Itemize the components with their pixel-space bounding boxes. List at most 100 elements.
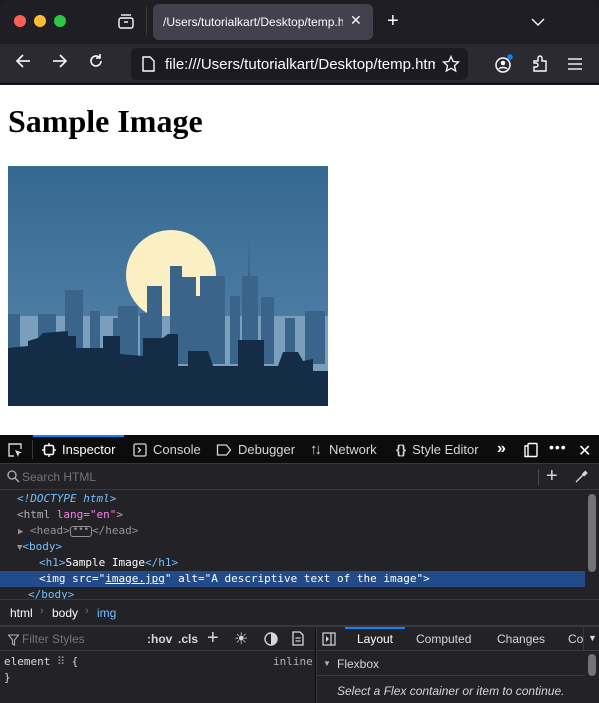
tab-style-editor[interactable]: {} Style Editor bbox=[396, 435, 479, 464]
lower-panels: :hov .cls + ☀ element ⠿ { inline } bbox=[0, 625, 599, 703]
tab-debugger-label: Debugger bbox=[238, 442, 296, 457]
tab-groups-icon[interactable] bbox=[117, 13, 135, 34]
markup-line-head[interactable]: ▶ <head> ••• </head> bbox=[0, 523, 585, 539]
search-icon bbox=[7, 470, 20, 488]
class-toggle[interactable]: .cls bbox=[178, 632, 198, 646]
new-tab-icon[interactable]: + bbox=[387, 10, 399, 33]
tab-overflow-divider bbox=[583, 627, 584, 651]
window-zoom-button[interactable] bbox=[54, 15, 66, 27]
page-icon bbox=[141, 56, 155, 77]
markup-view: <!DOCTYPE html> <html lang="en"> ▶ <head… bbox=[0, 491, 585, 601]
tab-strip: /Users/tutorialkart/Desktop/temp.html ✕ … bbox=[0, 0, 599, 44]
back-icon[interactable] bbox=[14, 52, 32, 75]
filter-styles-input[interactable] bbox=[22, 630, 132, 648]
rules-toolbar: :hov .cls + ☀ bbox=[0, 627, 315, 651]
markup-line-img-selected[interactable]: <img src="image.jpg" alt="A descriptive … bbox=[0, 571, 585, 587]
more-tools-chevron-icon[interactable]: » bbox=[497, 440, 506, 458]
sidebar-panel: Layout Computed Changes Co ▼ ▼ Flexbox S… bbox=[316, 627, 599, 703]
tab-network-label: Network bbox=[329, 442, 377, 457]
print-media-icon[interactable] bbox=[292, 631, 304, 651]
window-minimize-button[interactable] bbox=[34, 15, 46, 27]
account-icon[interactable] bbox=[494, 54, 514, 79]
menu-icon[interactable] bbox=[567, 57, 583, 76]
breadcrumb-separator-icon: › bbox=[85, 605, 89, 617]
tab-console[interactable]: Console bbox=[133, 435, 201, 464]
tab-title: /Users/tutorialkart/Desktop/temp.html bbox=[163, 15, 343, 29]
skyline-illustration bbox=[8, 166, 328, 406]
selected-tab-indicator bbox=[345, 627, 405, 629]
tab-network[interactable]: ↑↓ Network bbox=[310, 435, 377, 464]
element-picker-icon[interactable] bbox=[7, 442, 23, 463]
markup-scrollbar[interactable] bbox=[585, 491, 599, 599]
add-rule-icon[interactable]: + bbox=[207, 627, 219, 650]
page-heading: Sample Image bbox=[8, 103, 203, 139]
img-src-link[interactable]: image.jpg bbox=[105, 572, 165, 585]
markup-line-body[interactable]: ▼<body> bbox=[0, 539, 585, 555]
h1-text: Sample Image bbox=[65, 556, 145, 569]
network-icon: ↑↓ bbox=[310, 441, 322, 458]
doctype: <!DOCTYPE html> bbox=[17, 492, 117, 505]
h1-close-tag: </h1> bbox=[144, 556, 179, 569]
dark-scheme-icon[interactable] bbox=[264, 632, 278, 651]
search-html-input[interactable] bbox=[22, 468, 522, 486]
collapse-arrow-icon[interactable]: ▼ bbox=[323, 659, 331, 668]
breadcrumb-body[interactable]: body bbox=[52, 606, 78, 620]
url-input[interactable]: file:///Users/tutorialkart/Desktop/temp.… bbox=[165, 56, 435, 73]
collapsed-content-icon[interactable]: ••• bbox=[69, 525, 93, 537]
head-close-tag: </head> bbox=[92, 524, 139, 537]
rule-source: inline bbox=[273, 655, 313, 668]
breadcrumb-separator-icon: › bbox=[40, 605, 44, 617]
lang-attribute: lang bbox=[56, 508, 84, 521]
tab-divider bbox=[146, 6, 147, 36]
close-icon[interactable]: ✕ bbox=[350, 12, 362, 29]
hover-state-toggle[interactable]: :hov bbox=[147, 632, 172, 646]
markup-line-h1[interactable]: <h1>Sample Image</h1> bbox=[0, 555, 585, 571]
navigation-toolbar: file:///Users/tutorialkart/Desktop/temp.… bbox=[0, 44, 599, 84]
tab-style-editor-label: Style Editor bbox=[412, 442, 479, 457]
url-bar[interactable]: file:///Users/tutorialkart/Desktop/temp.… bbox=[131, 48, 468, 80]
toggle-sidebar-icon[interactable] bbox=[322, 632, 336, 651]
reload-icon[interactable] bbox=[87, 52, 105, 75]
breadcrumb-img[interactable]: img bbox=[97, 606, 116, 620]
tab-changes[interactable]: Changes bbox=[497, 632, 545, 646]
tab-debugger[interactable]: Debugger bbox=[216, 435, 295, 464]
list-all-tabs-icon[interactable] bbox=[531, 14, 545, 32]
more-options-icon[interactable]: ••• bbox=[549, 439, 567, 455]
breadcrumbs: html › body › img bbox=[0, 599, 599, 625]
head-tag: <head> bbox=[30, 524, 70, 537]
add-node-icon[interactable]: + bbox=[546, 465, 558, 488]
extensions-icon[interactable] bbox=[531, 54, 549, 79]
scrollbar-thumb[interactable] bbox=[588, 494, 596, 572]
light-scheme-icon[interactable]: ☀ bbox=[234, 629, 248, 649]
flexbox-section-header[interactable]: ▼ Flexbox bbox=[317, 652, 585, 676]
search-divider bbox=[538, 469, 539, 485]
tab-console-label: Console bbox=[153, 442, 201, 457]
rule-open-brace: { bbox=[71, 655, 79, 668]
breadcrumb-html[interactable]: html bbox=[10, 606, 33, 620]
bookmark-star-icon[interactable] bbox=[441, 54, 461, 78]
scrollbar-thumb[interactable] bbox=[588, 654, 596, 676]
eyedropper-icon[interactable] bbox=[574, 470, 588, 489]
close-devtools-icon[interactable]: ✕ bbox=[578, 441, 591, 461]
filter-icon bbox=[7, 633, 20, 651]
rules-panel: :hov .cls + ☀ element ⠿ { inline } bbox=[0, 627, 315, 703]
body-tag: <body> bbox=[22, 540, 63, 553]
tabs-overflow-dropdown-icon[interactable]: ▼ bbox=[588, 633, 597, 643]
forward-icon[interactable] bbox=[51, 52, 69, 75]
markup-search-row: + bbox=[0, 464, 599, 490]
dock-options-icon[interactable] bbox=[523, 442, 539, 463]
tab-computed[interactable]: Computed bbox=[416, 632, 471, 646]
tab-inspector[interactable]: Inspector bbox=[33, 435, 124, 464]
sidebar-scrollbar[interactable] bbox=[585, 652, 599, 703]
window-close-button[interactable] bbox=[14, 15, 26, 27]
style-editor-icon: {} bbox=[396, 442, 407, 457]
tab-inspector-label: Inspector bbox=[62, 442, 116, 457]
tab-layout[interactable]: Layout bbox=[345, 627, 405, 651]
markup-line-html[interactable]: <html lang="en"> bbox=[0, 507, 585, 523]
tab-compatibility[interactable]: Co bbox=[568, 632, 583, 646]
sidebar-tabs: Layout Computed Changes Co ▼ bbox=[317, 627, 599, 651]
expand-arrow-icon[interactable]: ▶ bbox=[18, 527, 23, 537]
active-tab[interactable]: /Users/tutorialkart/Desktop/temp.html ✕ bbox=[153, 4, 373, 40]
element-grid-icon[interactable]: ⠿ bbox=[57, 655, 65, 668]
markup-line-doctype[interactable]: <!DOCTYPE html> bbox=[0, 491, 585, 507]
